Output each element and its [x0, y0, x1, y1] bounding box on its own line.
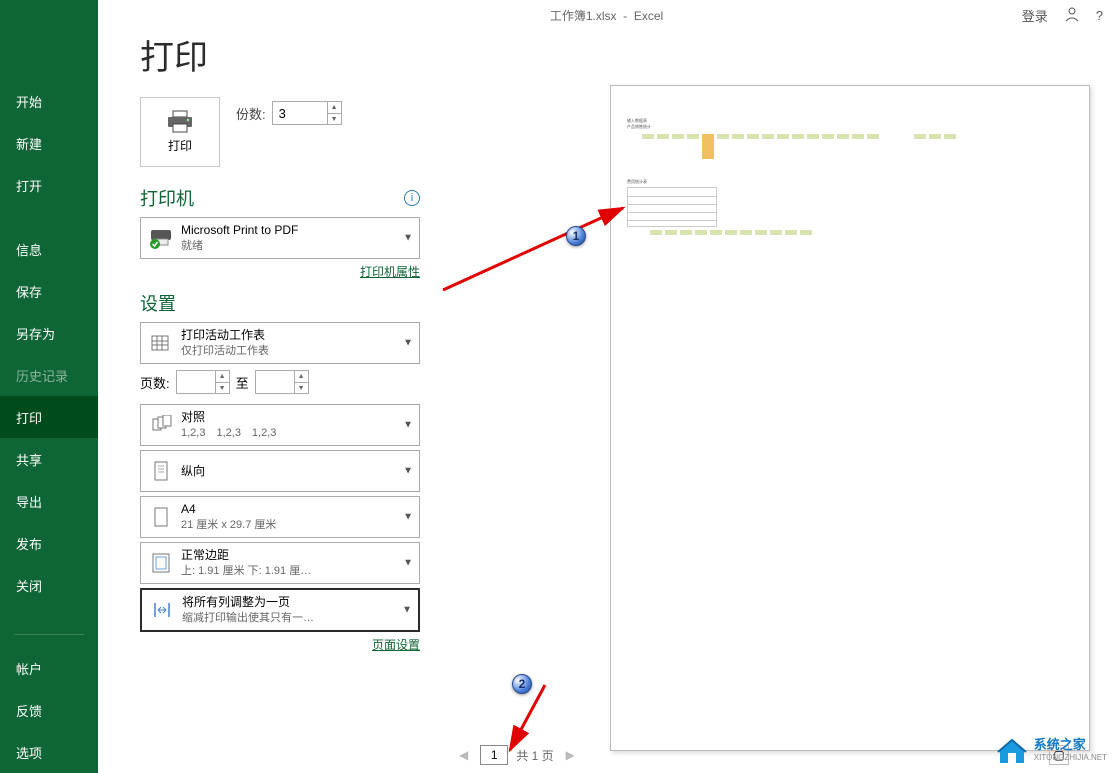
- annotation-arrow-1: [438, 200, 638, 300]
- sidebar-item-feedback[interactable]: 反馈: [0, 689, 98, 731]
- callout-2: 2: [512, 674, 532, 694]
- printer-status: 就绪: [181, 238, 413, 254]
- sidebar-item-saveas[interactable]: 另存为: [0, 312, 98, 354]
- watermark: 系统之家XITONGZHIJIA.NET: [996, 737, 1107, 765]
- pages-to-label: 至: [236, 373, 249, 392]
- preview-page: 输入数据表产品销售统计 费用统计表: [610, 85, 1090, 751]
- chevron-down-icon: ▼: [403, 466, 413, 477]
- info-icon[interactable]: i: [404, 190, 420, 206]
- page-range-row: 页数: ▲▼ 至 ▲▼: [140, 370, 420, 394]
- chevron-down-icon: ▼: [403, 338, 413, 349]
- chevron-down-icon: ▼: [403, 420, 413, 431]
- page-count-label: 共 1 页: [516, 747, 553, 764]
- copies-input[interactable]: 3 ▲▼: [272, 101, 342, 125]
- margins-select[interactable]: 正常边距上: 1.91 厘米 下: 1.91 厘… ▼: [140, 542, 420, 584]
- collation-select[interactable]: 对照1,2,3 1,2,3 1,2,3 ▼: [140, 404, 420, 446]
- printer-properties-link[interactable]: 打印机属性: [360, 265, 420, 279]
- chevron-down-icon: ▼: [403, 558, 413, 569]
- chevron-down-icon: ▼: [403, 233, 413, 244]
- sidebar-item-save[interactable]: 保存: [0, 270, 98, 312]
- printer-select[interactable]: Microsoft Print to PDF 就绪 ▼: [140, 217, 420, 259]
- signin-link[interactable]: 登录: [1022, 6, 1048, 25]
- watermark-icon: [996, 737, 1028, 765]
- document-title: 工作簿1.xlsx - Excel: [550, 7, 663, 24]
- callout-1: 1: [566, 226, 586, 246]
- sidebar-item-options[interactable]: 选项: [0, 731, 98, 773]
- page-from-input[interactable]: ▲▼: [176, 370, 230, 394]
- help-button[interactable]: ?: [1096, 8, 1103, 23]
- sidebar-item-account[interactable]: 帐户: [0, 647, 98, 689]
- sidebar-item-new[interactable]: 新建: [0, 122, 98, 164]
- page-setup-link[interactable]: 页面设置: [372, 638, 420, 652]
- sidebar-item-info[interactable]: 信息: [0, 228, 98, 270]
- sidebar-item-export[interactable]: 导出: [0, 480, 98, 522]
- print-button-label: 打印: [168, 137, 192, 154]
- fit-columns-icon: [148, 599, 176, 621]
- sidebar-item-print[interactable]: 打印: [0, 396, 98, 438]
- printer-status-icon: [147, 227, 175, 249]
- page-to-input[interactable]: ▲▼: [255, 370, 309, 394]
- printer-icon: [166, 110, 194, 134]
- portrait-icon: [147, 460, 175, 482]
- print-button[interactable]: 打印: [140, 97, 220, 167]
- printer-section-title: 打印机 i: [140, 185, 420, 211]
- printer-name: Microsoft Print to PDF: [181, 222, 413, 238]
- backstage-sidebar: 开始 新建 打开 信息 保存 另存为 历史记录 打印 共享 导出 发布 关闭 帐…: [0, 0, 98, 773]
- pages-label: 页数:: [140, 373, 170, 392]
- current-page-input[interactable]: [480, 745, 508, 765]
- sidebar-item-history: 历史记录: [0, 354, 98, 396]
- chevron-down-icon: ▼: [402, 605, 412, 616]
- copies-spinner[interactable]: ▲▼: [327, 102, 341, 124]
- account-icon[interactable]: [1064, 6, 1080, 25]
- scaling-select[interactable]: 将所有列调整为一页缩减打印输出使其只有一… ▼: [140, 588, 420, 632]
- sidebar-item-home[interactable]: 开始: [0, 80, 98, 122]
- margins-icon: [147, 552, 175, 574]
- sidebar-item-close[interactable]: 关闭: [0, 564, 98, 606]
- chevron-down-icon: ▼: [403, 512, 413, 523]
- sidebar-item-publish[interactable]: 发布: [0, 522, 98, 564]
- sidebar-item-open[interactable]: 打开: [0, 164, 98, 206]
- orientation-select[interactable]: 纵向 ▼: [140, 450, 420, 492]
- preview-pager: ◀ 共 1 页 ▶: [455, 745, 579, 765]
- copies-label: 份数:: [236, 104, 266, 123]
- papersize-select[interactable]: A421 厘米 x 29.7 厘米 ▼: [140, 496, 420, 538]
- sidebar-item-share[interactable]: 共享: [0, 438, 98, 480]
- titlebar: 工作簿1.xlsx - Excel 登录 ?: [98, 0, 1115, 30]
- print-preview-area: 输入数据表产品销售统计 费用统计表: [420, 30, 1115, 773]
- settings-section-title: 设置: [140, 290, 420, 316]
- page-icon: [147, 506, 175, 528]
- print-what-select[interactable]: 打印活动工作表仅打印活动工作表 ▼: [140, 322, 420, 364]
- sheets-icon: [147, 333, 175, 353]
- collation-icon: [147, 415, 175, 435]
- prev-page-button[interactable]: ◀: [455, 748, 472, 762]
- next-page-button[interactable]: ▶: [562, 748, 579, 762]
- page-title: 打印: [140, 30, 420, 79]
- print-settings-panel: 打印 打印 份数: 3 ▲▼ 打印机 i: [140, 30, 420, 773]
